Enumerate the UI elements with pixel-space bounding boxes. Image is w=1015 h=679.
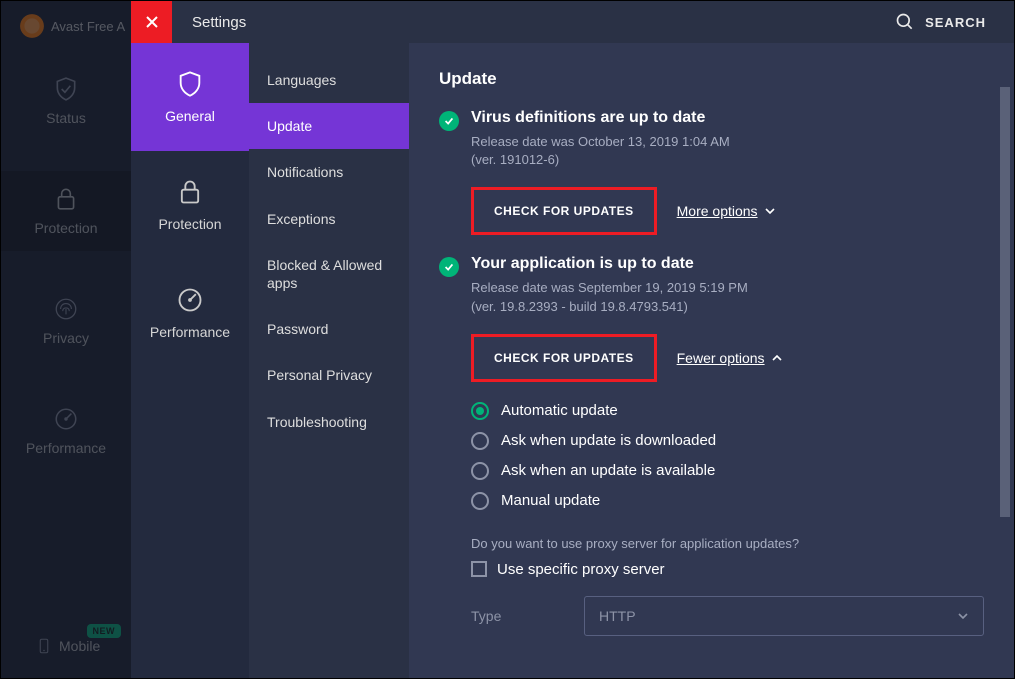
proxy-question: Do you want to use proxy server for appl… xyxy=(471,536,984,551)
virus-definitions-section: Virus definitions are up to date Release… xyxy=(439,109,984,235)
app-fewer-options-link[interactable]: Fewer options xyxy=(677,350,783,366)
chevron-up-icon xyxy=(771,352,783,364)
gauge-icon xyxy=(53,406,79,432)
tab-performance[interactable]: Performance xyxy=(131,259,249,367)
nav-performance-label: Performance xyxy=(26,440,106,456)
app-fewer-options-label: Fewer options xyxy=(677,350,765,366)
update-page: Update Virus definitions are up to date … xyxy=(409,43,1014,678)
subitem-update[interactable]: Update xyxy=(249,103,409,149)
settings-header: Settings SEARCH xyxy=(131,1,1014,43)
subitem-password[interactable]: Password xyxy=(249,306,409,352)
nav-protection[interactable]: Protection xyxy=(1,171,131,251)
radio-icon xyxy=(471,462,489,480)
nav-mobile-label: Mobile xyxy=(59,638,100,654)
tab-general-label: General xyxy=(165,108,215,124)
virus-more-options-label: More options xyxy=(677,203,758,219)
radio-icon xyxy=(471,402,489,420)
avast-logo-icon xyxy=(19,13,45,39)
header-title: Settings xyxy=(192,14,246,31)
virus-defs-title: Virus definitions are up to date xyxy=(471,109,776,127)
virus-more-options-link[interactable]: More options xyxy=(677,203,776,219)
status-ok-badge xyxy=(439,257,459,277)
mobile-icon xyxy=(35,637,53,655)
nav-privacy-label: Privacy xyxy=(43,330,89,346)
radio-manual-update[interactable]: Manual update xyxy=(471,492,984,510)
subitem-troubleshooting[interactable]: Troubleshooting xyxy=(249,399,409,445)
nav-performance[interactable]: Performance xyxy=(1,391,131,471)
radio-label: Ask when update is downloaded xyxy=(501,432,716,449)
shield-check-icon xyxy=(53,76,79,102)
lock-icon xyxy=(176,178,204,206)
check-updates-app-button[interactable]: CHECK FOR UPDATES xyxy=(471,334,657,382)
tab-protection-label: Protection xyxy=(158,216,221,232)
subitem-exceptions[interactable]: Exceptions xyxy=(249,196,409,242)
radio-label: Automatic update xyxy=(501,402,618,419)
radio-label: Manual update xyxy=(501,492,600,509)
settings-sublist: Languages Update Notifications Exception… xyxy=(249,43,409,678)
search-button[interactable]: SEARCH xyxy=(895,12,986,32)
tab-performance-label: Performance xyxy=(150,324,230,340)
app-update-mode-radios: Automatic update Ask when update is down… xyxy=(471,402,984,510)
lock-icon xyxy=(53,186,79,212)
gauge-icon xyxy=(176,286,204,314)
app-release: Release date was September 19, 2019 5:19… xyxy=(471,279,783,297)
app-logo: Avast Free A xyxy=(19,13,125,39)
subitem-blocked-allowed[interactable]: Blocked & Allowed apps xyxy=(249,242,409,306)
subitem-personal-privacy[interactable]: Personal Privacy xyxy=(249,352,409,398)
tab-protection[interactable]: Protection xyxy=(131,151,249,259)
subitem-notifications[interactable]: Notifications xyxy=(249,149,409,195)
search-icon xyxy=(895,12,915,32)
tab-general[interactable]: General xyxy=(131,43,249,151)
nav-status[interactable]: Status xyxy=(1,61,131,141)
close-icon xyxy=(144,14,160,30)
search-label: SEARCH xyxy=(925,15,986,30)
proxy-type-value: HTTP xyxy=(599,608,636,624)
check-updates-virus-button[interactable]: CHECK FOR UPDATES xyxy=(471,187,657,235)
nav-privacy[interactable]: Privacy xyxy=(1,281,131,361)
radio-icon xyxy=(471,432,489,450)
app-sidebar: Avast Free A Status Protection Privacy P… xyxy=(1,1,131,678)
chevron-down-icon xyxy=(957,610,969,622)
app-version: (ver. 19.8.2393 - build 19.8.4793.541) xyxy=(471,298,783,316)
page-heading: Update xyxy=(439,69,984,89)
proxy-checkbox[interactable]: Use specific proxy server xyxy=(471,561,984,578)
status-ok-badge xyxy=(439,111,459,131)
chevron-down-icon xyxy=(764,205,776,217)
scrollbar-thumb[interactable] xyxy=(1000,87,1010,517)
radio-automatic-update[interactable]: Automatic update xyxy=(471,402,984,420)
app-title: Avast Free A xyxy=(51,19,125,34)
proxy-type-label: Type xyxy=(471,608,524,624)
radio-ask-available[interactable]: Ask when an update is available xyxy=(471,462,984,480)
proxy-type-select[interactable]: HTTP xyxy=(584,596,984,636)
virus-defs-release: Release date was October 13, 2019 1:04 A… xyxy=(471,133,776,151)
scrollbar-track[interactable] xyxy=(998,43,1012,678)
virus-defs-version: (ver. 191012-6) xyxy=(471,151,776,169)
radio-label: Ask when an update is available xyxy=(501,462,715,479)
checkbox-icon xyxy=(471,561,487,577)
proxy-type-row: Type HTTP xyxy=(471,596,984,636)
close-button[interactable] xyxy=(131,1,172,43)
radio-ask-downloaded[interactable]: Ask when update is downloaded xyxy=(471,432,984,450)
shield-icon xyxy=(176,70,204,98)
proxy-checkbox-label: Use specific proxy server xyxy=(497,561,665,578)
check-icon xyxy=(443,261,455,273)
nav-mobile[interactable]: Mobile xyxy=(1,626,131,666)
fingerprint-icon xyxy=(53,296,79,322)
application-section: Your application is up to date Release d… xyxy=(439,255,984,381)
nav-status-label: Status xyxy=(46,110,86,126)
radio-icon xyxy=(471,492,489,510)
app-update-title: Your application is up to date xyxy=(471,255,783,273)
nav-protection-label: Protection xyxy=(34,220,97,236)
check-icon xyxy=(443,115,455,127)
settings-tabs: General Protection Performance xyxy=(131,43,249,678)
subitem-languages[interactable]: Languages xyxy=(249,57,409,103)
